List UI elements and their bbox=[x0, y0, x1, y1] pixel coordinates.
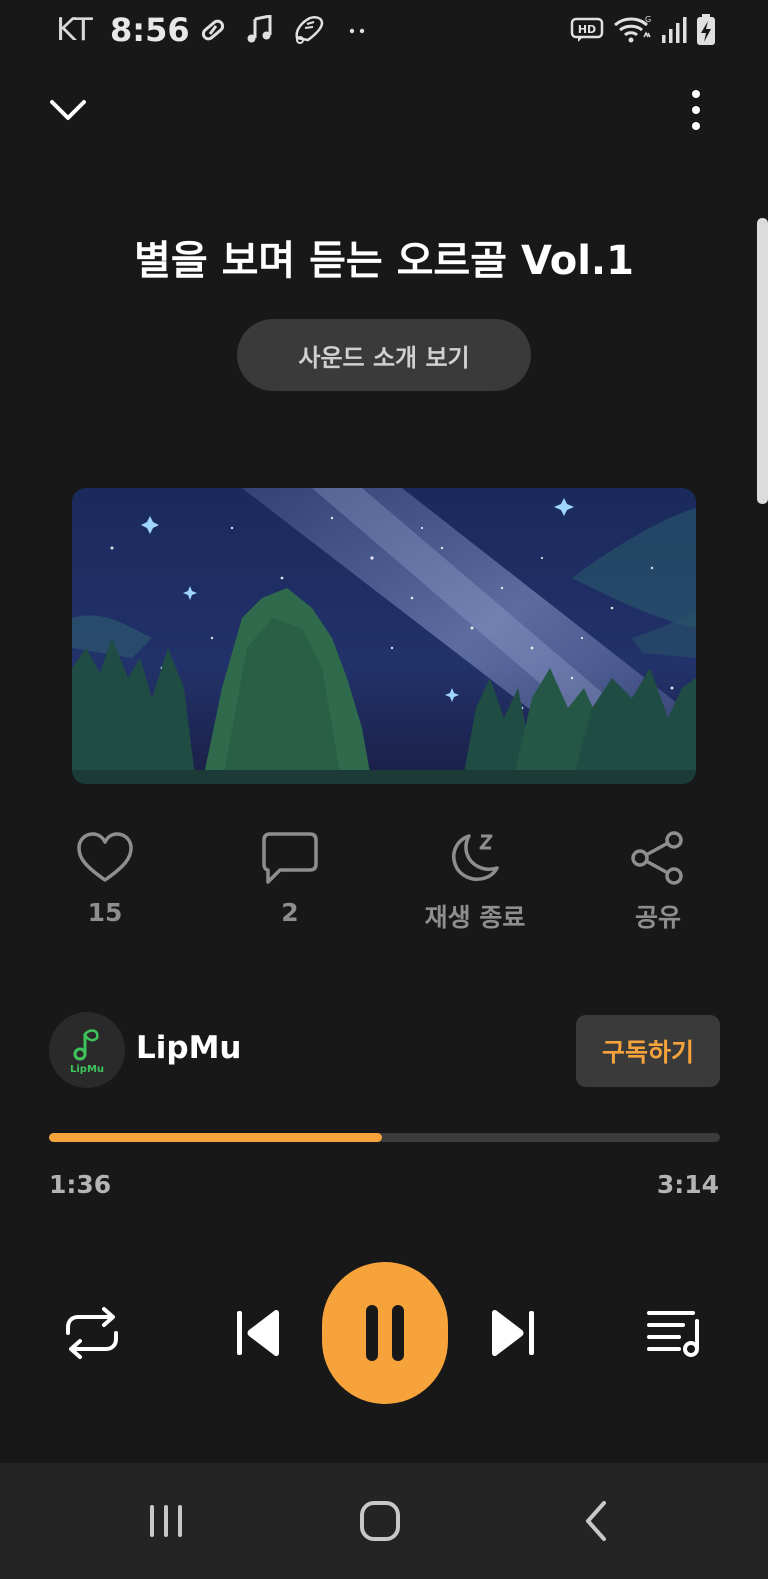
comment-button[interactable]: 2 bbox=[210, 830, 370, 927]
share-icon bbox=[631, 831, 683, 885]
recents-button[interactable] bbox=[136, 1493, 196, 1549]
music-note-icon bbox=[247, 15, 272, 43]
action-row: 15 2 재생 종료 공유 bbox=[0, 830, 768, 940]
next-button[interactable] bbox=[484, 1305, 538, 1361]
sound-intro-button[interactable]: 사운드 소개 보기 bbox=[237, 319, 531, 391]
like-button[interactable]: 15 bbox=[25, 830, 185, 927]
skip-next-icon bbox=[492, 1309, 534, 1357]
battery-charging-icon bbox=[697, 14, 715, 45]
progress-fill bbox=[49, 1133, 383, 1142]
comment-count: 2 bbox=[281, 898, 299, 927]
svg-text:G: G bbox=[645, 15, 651, 24]
wifi-icon: G bbox=[614, 15, 651, 43]
recents-icon bbox=[150, 1505, 182, 1537]
signal-icon bbox=[662, 17, 687, 43]
back-icon bbox=[586, 1501, 606, 1541]
playlist-button[interactable] bbox=[645, 1305, 705, 1361]
sleep-timer-icon bbox=[452, 834, 499, 881]
chevron-down-icon bbox=[50, 100, 86, 120]
carrier-label: KT bbox=[56, 12, 93, 48]
comment-icon bbox=[262, 832, 318, 884]
skip-previous-icon bbox=[237, 1309, 279, 1357]
share-label: 공유 bbox=[634, 903, 681, 932]
album-artwork bbox=[72, 488, 696, 784]
progress-bar[interactable] bbox=[49, 1133, 720, 1142]
pause-icon bbox=[366, 1305, 404, 1361]
pause-button[interactable] bbox=[322, 1262, 448, 1404]
back-button[interactable] bbox=[566, 1493, 626, 1549]
pill-icon bbox=[201, 19, 225, 41]
share-button[interactable]: 공유 bbox=[578, 830, 738, 934]
repeat-button[interactable] bbox=[60, 1305, 124, 1361]
lipmu-logo: LipMu bbox=[70, 1029, 104, 1075]
like-count: 15 bbox=[87, 898, 123, 927]
night-sky-artwork bbox=[72, 488, 696, 784]
sleep-timer-button[interactable]: 재생 종료 bbox=[395, 830, 555, 934]
playlist-icon bbox=[647, 1311, 699, 1357]
channel-avatar[interactable]: LipMu bbox=[49, 1012, 125, 1088]
home-icon bbox=[360, 1501, 400, 1541]
edge-panel-handle[interactable] bbox=[757, 218, 768, 504]
svg-text:HD: HD bbox=[578, 23, 596, 36]
hd-voice-icon: HD bbox=[570, 17, 604, 42]
previous-button[interactable] bbox=[233, 1305, 287, 1361]
more-options-button[interactable] bbox=[684, 88, 708, 132]
channel-name[interactable]: LipMu bbox=[136, 1030, 242, 1066]
status-bar: KT 8:56 HD G bbox=[0, 0, 768, 62]
heart-icon bbox=[77, 832, 133, 882]
more-dots-icon bbox=[349, 28, 365, 34]
system-icons: HD G bbox=[570, 14, 716, 46]
home-button[interactable] bbox=[350, 1493, 410, 1549]
shoe-icon bbox=[295, 15, 324, 44]
navigation-bar bbox=[0, 1463, 768, 1579]
collapse-player-button[interactable] bbox=[46, 92, 90, 128]
repeat-icon bbox=[66, 1307, 118, 1359]
status-time: 8:56 bbox=[110, 11, 190, 49]
track-title: 별을 보며 듣는 오르골 Vol.1 bbox=[134, 238, 634, 284]
total-time: 3:14 bbox=[656, 1170, 719, 1199]
sleep-timer-label: 재생 종료 bbox=[424, 903, 526, 932]
svg-text:LipMu: LipMu bbox=[70, 1064, 104, 1075]
notification-icons bbox=[198, 14, 370, 46]
more-vertical-icon bbox=[692, 90, 700, 130]
subscribe-button[interactable]: 구독하기 bbox=[576, 1015, 720, 1087]
current-time: 1:36 bbox=[49, 1170, 112, 1199]
